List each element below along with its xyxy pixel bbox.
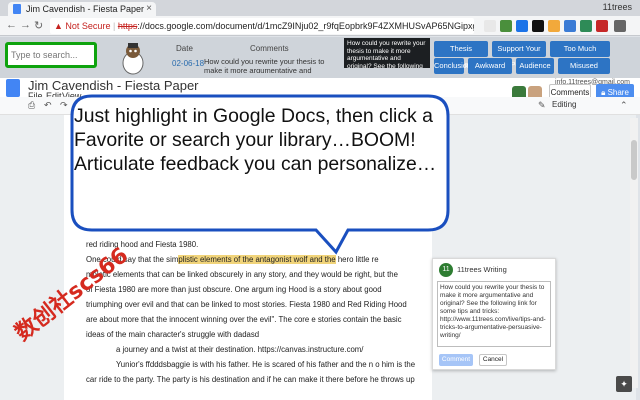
favorite-button[interactable]: Audience <box>516 58 554 74</box>
reload-icon[interactable]: ↻ <box>34 19 43 32</box>
url-field[interactable]: ▲ Not Secure | https://docs.google.com/d… <box>50 18 474 34</box>
redo-icon[interactable]: ↷ <box>60 100 68 111</box>
favorite-button[interactable]: Thesis Originality <box>434 41 488 69</box>
extension-icon[interactable] <box>500 20 512 32</box>
editing-mode-label[interactable]: Editing <box>552 100 576 109</box>
not-secure-label: Not Secure <box>65 21 111 31</box>
comments-column-header[interactable]: Comments <box>250 44 289 53</box>
favorite-button[interactable]: Awkward <box>468 58 512 74</box>
url-scheme: https <box>117 21 138 31</box>
favorite-button[interactable]: Conclusion <box>434 58 471 74</box>
comment-cancel-button[interactable]: Cancel <box>479 354 507 366</box>
comment-avatar: 11 <box>439 263 453 277</box>
star-icon[interactable] <box>484 20 496 32</box>
favorite-button[interactable]: Misused Comma <box>558 58 610 86</box>
highlighted-text: plistic elements of the antagonist wolf … <box>178 255 336 264</box>
favorite-button[interactable]: Too Much Summary <box>550 41 610 69</box>
back-icon[interactable]: ← <box>6 19 17 31</box>
url-text: ://docs.google.com/document/d/1mcZ9INju0… <box>137 21 474 31</box>
doc-line: Yunior's ffdddsbaggie is with his father… <box>116 360 416 369</box>
google-docs-icon[interactable] <box>6 79 20 97</box>
undo-icon[interactable]: ↶ <box>44 100 52 111</box>
print-icon[interactable]: ⎙ <box>28 100 35 111</box>
comment-submit-button[interactable]: Comment <box>439 354 473 366</box>
menu-icon[interactable] <box>614 20 626 32</box>
scrollbar-thumb[interactable] <box>631 140 637 180</box>
address-bar: ← → ↻ ▲ Not Secure | https://docs.google… <box>0 16 640 36</box>
explore-icon[interactable]: ✦ <box>616 376 632 392</box>
pencil-icon: ✎ <box>538 100 546 110</box>
mascot-icon <box>122 43 144 75</box>
browser-tab-bar: Jim Cavendish - Fiesta Paper × 11trees <box>0 0 640 16</box>
extension-icon[interactable] <box>516 20 528 32</box>
extension-panel: Type to search... Date Comments 02-06-18… <box>0 37 640 86</box>
tab-close-icon[interactable]: × <box>146 2 152 16</box>
feedback-tooltip: How could you rewrite your thesis to mak… <box>344 38 430 68</box>
forward-icon[interactable]: → <box>20 19 31 31</box>
library-search-input[interactable]: Type to search... <box>5 42 97 68</box>
collapse-icon[interactable]: ⌃ <box>620 100 628 111</box>
comment-panel: 11 11trees Writing How could you rewrite… <box>432 258 556 370</box>
tab-title: Jim Cavendish - Fiesta Paper <box>26 4 145 14</box>
profile-name[interactable]: 11trees <box>603 2 632 12</box>
extension-icon[interactable] <box>548 20 560 32</box>
extension-icon[interactable] <box>580 20 592 32</box>
extension-icon[interactable] <box>596 20 608 32</box>
doc-line: car ride to the party. The party is his … <box>86 375 415 384</box>
feedback-item[interactable]: How could you rewrite your thesis to mak… <box>204 57 336 73</box>
favorite-button[interactable]: Support Your Point <box>492 41 546 69</box>
warning-icon: ▲ <box>54 21 66 31</box>
date-column-header[interactable]: Date <box>176 44 193 53</box>
comment-author: 11trees Writing <box>457 265 507 274</box>
google-docs-icon <box>13 4 21 14</box>
browser-tab[interactable]: Jim Cavendish - Fiesta Paper × <box>8 2 156 16</box>
bubble-message: Just highlight in Google Docs, then clic… <box>74 105 437 175</box>
extension-icon[interactable] <box>564 20 576 32</box>
comment-textarea[interactable]: How could you rewrite your thesis to mak… <box>437 281 551 347</box>
extension-icon[interactable] <box>532 20 544 32</box>
feedback-date: 02-06-18 <box>172 59 205 68</box>
share-label: Share <box>607 88 629 97</box>
